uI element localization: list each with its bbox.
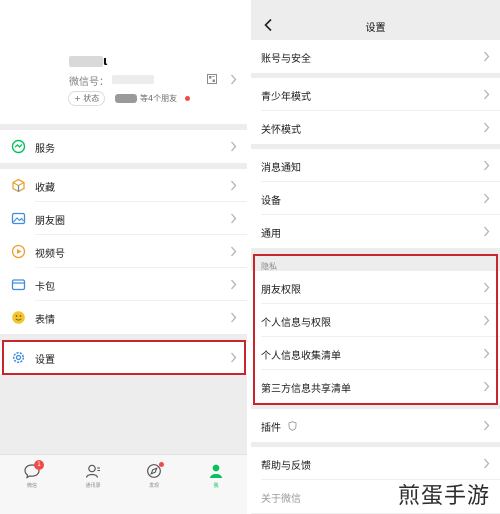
menu-label: 朋友圈: [35, 216, 65, 227]
menu-item-channels[interactable]: 视频号: [0, 235, 247, 268]
settings-item-devices[interactable]: 设备: [251, 182, 500, 215]
friend-avatars: [115, 94, 137, 103]
menu-label: 服务: [35, 144, 55, 155]
nickname-suffix: ι: [103, 54, 108, 68]
status-red-dot: [185, 96, 190, 101]
chevron-right-icon: [231, 74, 237, 85]
services-icon: [11, 139, 26, 154]
settings-label: 关怀模式: [261, 125, 301, 136]
menu-item-moments[interactable]: 朋友圈: [0, 202, 247, 235]
settings-item-help-feedback[interactable]: 帮助与反馈: [251, 447, 500, 480]
cards-icon: [11, 279, 26, 291]
chevron-right-icon: [231, 246, 237, 257]
settings-item-account-security[interactable]: 账号与安全: [251, 40, 500, 73]
tab-me[interactable]: 我: [196, 463, 236, 489]
tab-label: 我: [213, 483, 219, 489]
menu-item-stickers[interactable]: 表情: [0, 301, 247, 334]
tab-chats[interactable]: 1 微信: [12, 460, 52, 489]
settings-label: 青少年模式: [261, 92, 311, 103]
tab-label: 微信: [26, 483, 37, 489]
menu-item-favorites[interactable]: 收藏: [0, 169, 247, 202]
settings-item-notifications[interactable]: 消息通知: [251, 149, 500, 182]
tab-label: 发现: [148, 483, 159, 489]
blurred-nickname: [69, 56, 103, 67]
settings-label: 账号与安全: [261, 54, 311, 65]
chevron-right-icon: [231, 279, 237, 290]
settings-label: 消息通知: [261, 163, 301, 174]
menu-label: 表情: [35, 315, 55, 326]
navigation-bar: 设置: [251, 10, 500, 40]
settings-screen: 设置 账号与安全 青少年模式 关怀模式 消息通知 设备 通用 隐私 朋友权限 个…: [251, 0, 500, 514]
me-icon: [210, 464, 222, 478]
moments-icon: [11, 212, 26, 225]
stickers-icon: [12, 311, 25, 324]
wechat-id-label: 微信号：: [69, 77, 109, 88]
settings-label: 帮助与反馈: [261, 461, 311, 472]
chevron-right-icon: [484, 226, 490, 237]
settings-item-plugins[interactable]: 插件: [251, 409, 500, 442]
blurred-wechat-id: [112, 75, 154, 84]
qr-code-icon[interactable]: [207, 74, 217, 84]
settings-label: 关于微信: [261, 494, 301, 505]
site-watermark: 煎蛋手游: [398, 484, 491, 509]
chevron-right-icon: [231, 180, 237, 191]
settings-item-general[interactable]: 通用: [251, 215, 500, 248]
chevron-right-icon: [484, 420, 490, 431]
profile-card[interactable]: ι 微信号： + 状态 等4个朋友: [0, 0, 247, 124]
tab-discover[interactable]: 发现: [134, 462, 174, 489]
settings-label: 通用: [261, 229, 281, 240]
menu-label: 收藏: [35, 183, 55, 194]
channels-icon: [11, 244, 26, 259]
unread-badge: 1: [34, 460, 44, 470]
chevron-right-icon: [231, 213, 237, 224]
menu-label: 视频号: [35, 249, 65, 260]
settings-item-teen-mode[interactable]: 青少年模式: [251, 78, 500, 111]
friends-status-text[interactable]: 等4个朋友: [140, 93, 177, 104]
tab-label: 通讯录: [85, 483, 101, 489]
chevron-right-icon: [231, 141, 237, 152]
settings-label: 插件: [261, 423, 281, 434]
menu-label: 卡包: [35, 282, 55, 293]
new-content-dot: [159, 462, 164, 467]
settings-highlight-box: [2, 340, 246, 375]
chevron-right-icon: [484, 160, 490, 171]
privacy-highlight-box: [253, 254, 498, 405]
menu-item-services[interactable]: 服务: [0, 130, 247, 163]
bottom-tab-bar: 1 微信 通讯录 发现 我: [0, 454, 247, 514]
settings-label: 设备: [261, 196, 281, 207]
chevron-right-icon: [484, 89, 490, 100]
shield-icon: [288, 421, 297, 431]
page-title: 设置: [365, 23, 386, 34]
me-screen: ι 微信号： + 状态 等4个朋友 服务 收藏 朋友圈 视频号 卡包 表情 设置…: [0, 0, 247, 514]
add-status-button[interactable]: + 状态: [68, 91, 106, 106]
settings-item-care-mode[interactable]: 关怀模式: [251, 111, 500, 144]
chevron-right-icon: [231, 312, 237, 323]
menu-item-cards[interactable]: 卡包: [0, 268, 247, 301]
chevron-right-icon: [484, 122, 490, 133]
favorites-icon: [12, 178, 25, 193]
chevron-right-icon: [484, 458, 490, 469]
chevron-right-icon: [484, 51, 490, 62]
contacts-icon: [85, 464, 100, 478]
chevron-right-icon: [484, 193, 490, 204]
tab-contacts[interactable]: 通讯录: [73, 463, 113, 489]
